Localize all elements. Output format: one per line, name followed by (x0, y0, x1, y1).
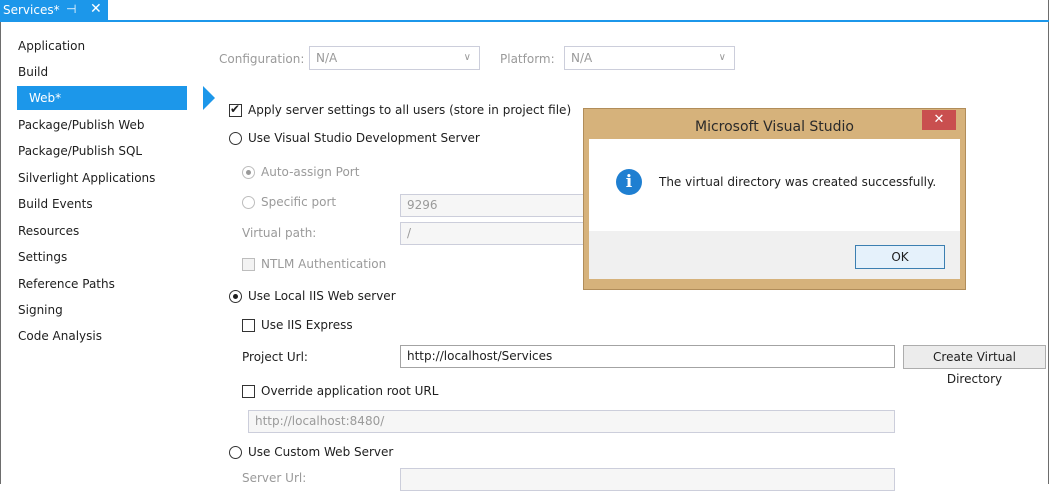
dialog-close-icon[interactable]: ✕ (922, 110, 956, 130)
custom-web-server-radio[interactable] (229, 446, 242, 459)
apply-all-users-checkbox[interactable]: ✔ (229, 102, 242, 117)
vs-dev-server-label: Use Visual Studio Development Server (248, 131, 480, 145)
local-iis-label: Use Local IIS Web server (248, 289, 396, 303)
project-url-input[interactable]: http://localhost/Services (400, 345, 895, 368)
specific-port-radio[interactable] (242, 196, 255, 209)
configuration-label: Configuration: (219, 52, 305, 66)
iis-express-label: Use IIS Express (261, 318, 353, 332)
configuration-value: N/A (316, 51, 338, 65)
sidebar-item-package-publish-web[interactable]: Package/Publish Web (18, 113, 178, 137)
sidebar-item-package-publish-sql[interactable]: Package/Publish SQL (18, 139, 178, 163)
sidebar-item-settings[interactable]: Settings (18, 245, 178, 269)
vs-dev-server-radio[interactable] (229, 132, 242, 145)
configuration-combo[interactable]: N/A ∨ (309, 46, 480, 70)
specific-port-field[interactable]: 9296 (400, 194, 590, 217)
ntlm-label: NTLM Authentication (261, 257, 387, 271)
local-iis-radio[interactable] (229, 290, 242, 303)
sidebar-item-web[interactable]: Web* (17, 86, 215, 110)
sidebar-item-silverlight-applications[interactable]: Silverlight Applications (18, 166, 178, 190)
dialog-message: The virtual directory was created succes… (659, 175, 937, 189)
server-url-label: Server Url: (242, 471, 307, 485)
document-tab-services[interactable]: Services* ⊣ ✕ (0, 0, 108, 22)
sidebar-item-label: Web* (29, 91, 62, 105)
ok-button[interactable]: OK (855, 245, 945, 269)
message-dialog: Microsoft Visual Studio ✕ i The virtual … (583, 108, 966, 290)
iis-express-checkbox[interactable] (242, 319, 255, 332)
platform-combo[interactable]: N/A ∨ (564, 46, 735, 70)
sidebar-item-build[interactable]: Build (18, 60, 178, 84)
override-root-url-field[interactable]: http://localhost:8480/ (248, 410, 895, 433)
server-url-field[interactable] (400, 468, 895, 491)
ntlm-checkbox[interactable] (242, 258, 255, 271)
sidebar-item-build-events[interactable]: Build Events (18, 192, 178, 216)
radio-selected-dot (233, 294, 238, 299)
auto-assign-port-label: Auto-assign Port (261, 165, 360, 179)
virtual-path-field[interactable]: / (400, 222, 590, 245)
override-root-url-checkbox[interactable] (242, 385, 255, 398)
sidebar-item-application[interactable]: Application (18, 34, 178, 58)
dialog-body: i The virtual directory was created succ… (589, 139, 960, 231)
platform-label: Platform: (500, 52, 555, 66)
sidebar-item-code-analysis[interactable]: Code Analysis (18, 324, 178, 348)
dialog-footer: OK (589, 231, 960, 279)
sidebar-item-signing[interactable]: Signing (18, 298, 178, 322)
dialog-title: Microsoft Visual Studio (695, 119, 854, 135)
active-arrow-icon (203, 86, 215, 110)
close-tab-icon[interactable]: ✕ (90, 1, 102, 17)
document-tab-title: Services* (3, 3, 60, 17)
apply-all-users-label: Apply server settings to all users (stor… (248, 103, 572, 117)
sidebar-item-reference-paths[interactable]: Reference Paths (18, 272, 178, 296)
platform-value: N/A (571, 51, 593, 65)
custom-web-server-label: Use Custom Web Server (248, 445, 394, 459)
radio-selected-dot (246, 170, 251, 175)
pin-icon[interactable]: ⊣ (66, 2, 76, 16)
info-icon: i (616, 169, 642, 195)
override-root-url-label: Override application root URL (261, 384, 439, 398)
create-virtual-directory-button[interactable]: Create Virtual Directory (903, 345, 1046, 386)
chevron-down-icon: ∨ (463, 52, 471, 63)
virtual-path-label: Virtual path: (242, 226, 317, 240)
auto-assign-port-radio[interactable] (242, 166, 255, 179)
project-url-label: Project Url: (242, 350, 308, 364)
chevron-down-icon: ∨ (718, 52, 726, 63)
specific-port-label: Specific port (261, 195, 337, 209)
sidebar-item-resources[interactable]: Resources (18, 219, 178, 243)
checkmark-icon: ✔ (230, 102, 241, 116)
property-pages-sidebar: Application Build Web* Package/Publish W… (1, 22, 215, 484)
